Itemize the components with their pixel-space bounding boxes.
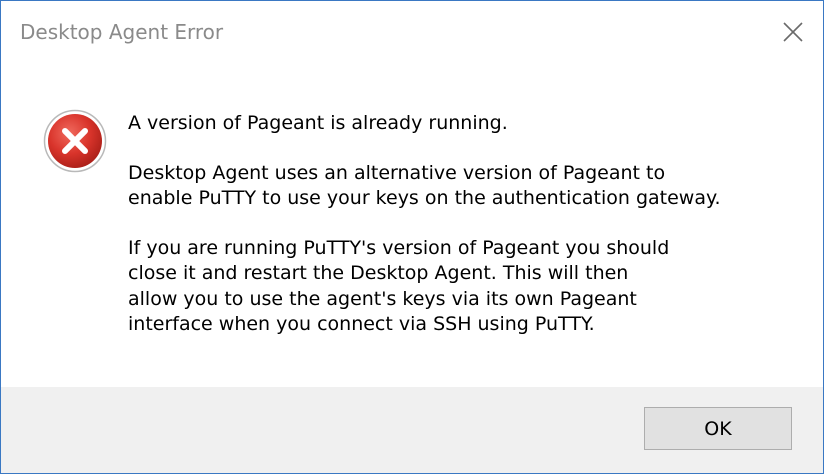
- dialog-content: A version of Pageant is already running.…: [1, 63, 823, 387]
- message-paragraph: A version of Pageant is already running.: [128, 111, 808, 137]
- button-bar: OK: [1, 387, 823, 473]
- message-line: close it and restart the Desktop Agent. …: [128, 262, 629, 284]
- error-dialog: Desktop Agent Error A version of Pageant…: [0, 0, 824, 474]
- message-paragraph: If you are running PuTTY's version of Pa…: [128, 236, 808, 338]
- ok-button[interactable]: OK: [644, 407, 792, 450]
- error-icon: [43, 109, 107, 173]
- title-bar[interactable]: Desktop Agent Error: [1, 1, 823, 63]
- close-button[interactable]: [763, 1, 823, 63]
- error-message: A version of Pageant is already running.…: [128, 111, 808, 338]
- window-title: Desktop Agent Error: [20, 20, 224, 44]
- message-line: If you are running PuTTY's version of Pa…: [128, 236, 670, 259]
- message-line: enable PuTTY to use your keys on the aut…: [128, 187, 721, 209]
- message-line: Desktop Agent uses an alternative versio…: [128, 161, 666, 184]
- message-paragraph: Desktop Agent uses an alternative versio…: [128, 161, 808, 212]
- message-line: allow you to use the agent's keys via it…: [128, 287, 637, 310]
- message-line: A version of Pageant is already running.: [128, 112, 508, 134]
- message-line: interface when you connect via SSH using…: [128, 313, 595, 335]
- close-icon: [783, 22, 803, 42]
